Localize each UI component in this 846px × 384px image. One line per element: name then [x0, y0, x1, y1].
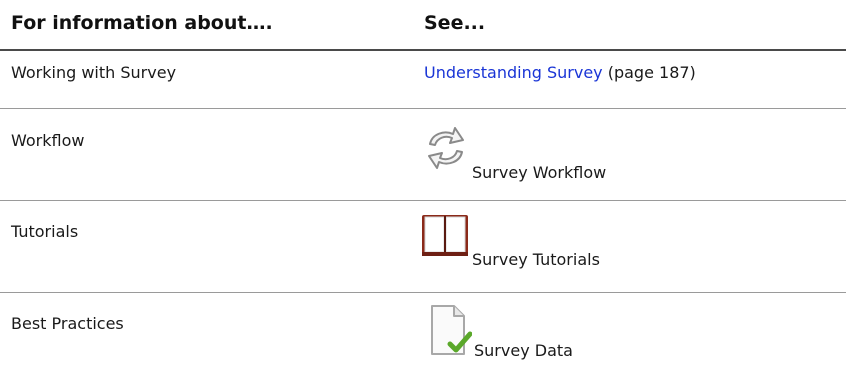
row-topic-tutorials: Tutorials — [11, 222, 79, 241]
survey-data-link[interactable]: Survey Data — [474, 341, 573, 360]
page-reference: (page 187) — [607, 63, 696, 82]
header-rule — [0, 49, 846, 51]
row-divider — [0, 292, 846, 293]
book-icon[interactable] — [420, 212, 470, 260]
row-divider — [0, 200, 846, 201]
survey-workflow-link[interactable]: Survey Workflow — [472, 163, 606, 182]
row-topic-working-with-survey: Working with Survey — [11, 63, 177, 82]
header-topic: For information about…. — [11, 12, 273, 34]
document-check-icon[interactable] — [428, 304, 472, 358]
row-divider — [0, 108, 846, 109]
survey-tutorials-link[interactable]: Survey Tutorials — [472, 250, 600, 269]
refresh-cycle-icon[interactable] — [420, 122, 472, 174]
row-see-understanding-survey: Understanding Survey (page 187) — [424, 63, 696, 82]
row-topic-best-practices: Best Practices — [11, 314, 124, 333]
row-topic-workflow: Workflow — [11, 131, 85, 150]
header-see: See... — [424, 12, 486, 34]
understanding-survey-link[interactable]: Understanding Survey — [424, 63, 603, 82]
info-table: For information about…. See... Working w… — [0, 0, 846, 384]
